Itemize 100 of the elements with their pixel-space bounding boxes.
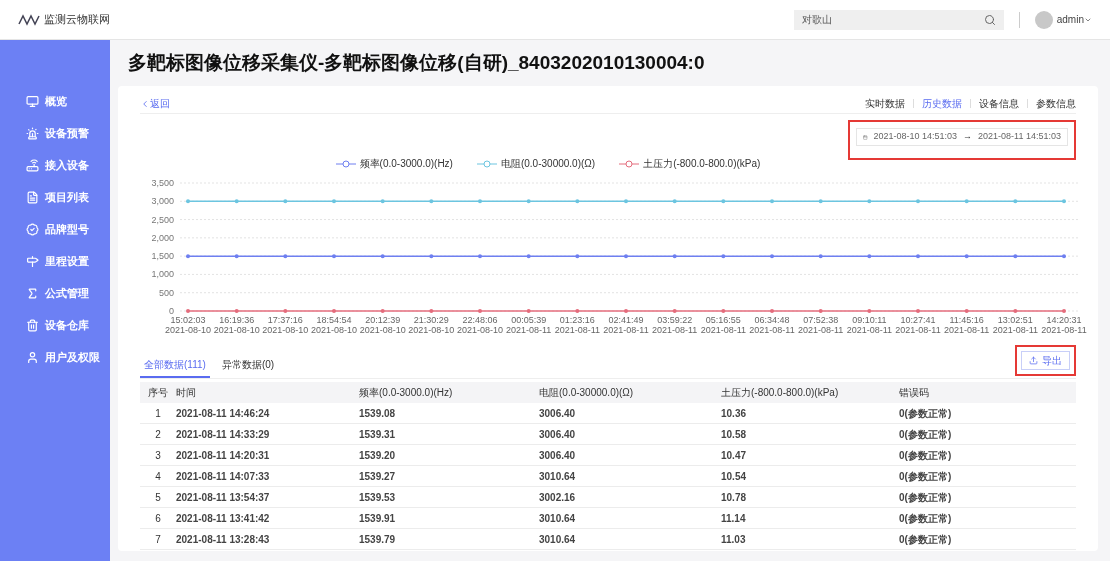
data-tab[interactable]: 全部数据(111) — [140, 353, 210, 378]
data-point — [575, 254, 580, 259]
x-tick-label: 21:30:29 2021-08-10 — [408, 315, 455, 335]
search-input[interactable]: 对歌山 — [801, 12, 984, 27]
y-tick-label: 3,000 — [151, 196, 174, 207]
legend-label[interactable]: 土压力(-800.0-800.0)(kPa) — [643, 156, 761, 171]
search-field[interactable]: 对歌山 — [793, 9, 1004, 30]
data-point — [916, 254, 920, 259]
x-tick-label: 01:23:16 2021-08-11 — [554, 315, 600, 335]
table-cell-text: 2021-08-11 13:41:42 — [176, 511, 271, 526]
legend-marker-icon — [335, 159, 356, 168]
table-cell-text: 10.36 — [721, 406, 748, 421]
view-tab[interactable]: 参数信息 — [1036, 96, 1076, 111]
table-cell-text: 10.78 — [721, 490, 748, 505]
data-point — [624, 199, 628, 204]
table-cell-text: 1539.31 — [359, 427, 397, 442]
sidebar-item[interactable]: 用户及权限 — [45, 349, 100, 366]
data-point — [429, 309, 434, 313]
y-tick-label: 2,500 — [151, 214, 174, 225]
sidebar-item[interactable]: 设备预警 — [45, 125, 89, 142]
table-cell-text: 2 — [154, 427, 162, 442]
data-point — [526, 254, 531, 259]
data-point — [770, 309, 774, 313]
sidebar-item[interactable]: 品牌型号 — [45, 221, 89, 238]
sidebar-item[interactable]: 里程设置 — [45, 253, 89, 270]
app-name: 监测云物联网 — [44, 12, 110, 28]
date-range-field[interactable]: 2021-08-10 14:51:03 → 2021-08-11 14:51:03 — [856, 128, 1068, 146]
column-header: 土压力(-800.0-800.0)(kPa) — [721, 386, 840, 400]
data-point — [429, 199, 434, 204]
export-button[interactable]: 导出 — [1021, 351, 1070, 370]
data-tab[interactable]: 异常数据(0) — [217, 353, 279, 378]
column-header: 频率(0.0-3000.0)(Hz) — [359, 386, 454, 400]
data-point — [721, 309, 726, 313]
table-cell-text: 0(参数正常) — [899, 532, 953, 547]
search-icon[interactable] — [983, 13, 996, 26]
table-cell-text: 3006.40 — [539, 427, 577, 442]
legend-marker-icon — [476, 159, 497, 168]
range-arrow: → — [963, 130, 973, 144]
table-cell-text: 0(参数正常) — [899, 469, 953, 484]
data-point — [1062, 254, 1066, 259]
table-cell-text: 11.14 — [721, 511, 747, 526]
view-tab[interactable]: 设备信息 — [979, 96, 1019, 111]
table-cell-text: 7 — [154, 532, 162, 547]
table-cell-text: 10.47 — [721, 448, 748, 463]
x-tick-label: 02:41:49 2021-08-11 — [603, 315, 649, 335]
user-name[interactable]: admin — [1056, 12, 1084, 27]
x-tick-label: 09:10:11 2021-08-11 — [846, 315, 892, 335]
table-cell-text: 2021-08-11 14:46:24 — [176, 406, 271, 421]
data-point — [186, 254, 190, 259]
x-tick-label: 05:16:55 2021-08-11 — [700, 315, 746, 335]
data-point — [867, 309, 872, 313]
table-cell-text: 1539.53 — [359, 490, 397, 505]
data-point — [721, 199, 726, 204]
data-point — [916, 309, 920, 313]
table-cell-text: 4 — [154, 469, 162, 484]
legend-label[interactable]: 电阻(0.0-30000.0)(Ω) — [500, 156, 596, 171]
table-cell-text: 1539.79 — [359, 532, 397, 547]
data-point — [332, 254, 336, 259]
router-icon — [26, 159, 39, 172]
data-point — [672, 254, 677, 259]
sidebar-item[interactable]: 项目列表 — [45, 189, 89, 206]
data-point — [964, 199, 969, 204]
x-tick-label: 10:27:41 2021-08-11 — [895, 315, 941, 335]
view-tab[interactable]: 历史数据 — [922, 96, 962, 111]
x-tick-label: 00:05:39 2021-08-11 — [506, 315, 552, 335]
x-tick-label: 06:34:48 2021-08-11 — [749, 315, 795, 335]
data-point — [478, 199, 482, 204]
legend-label[interactable]: 频率(0.0-3000.0)(Hz) — [359, 156, 453, 171]
data-point — [1062, 309, 1066, 313]
table-cell-text: 0(参数正常) — [899, 490, 953, 505]
column-header: 错误码 — [899, 386, 930, 400]
table-cell-text: 6 — [154, 511, 162, 526]
data-point — [1013, 254, 1018, 259]
user-icon — [26, 351, 39, 364]
end-date[interactable]: 2021-08-11 14:51:03 — [978, 130, 1061, 144]
table-cell-text: 1539.20 — [359, 448, 397, 463]
legend-marker-icon — [619, 159, 640, 168]
data-point — [186, 199, 190, 204]
data-point — [429, 254, 434, 259]
start-date[interactable]: 2021-08-10 14:51:03 — [873, 130, 958, 144]
data-point — [672, 309, 677, 313]
x-tick-label: 03:59:22 2021-08-11 — [652, 315, 698, 335]
data-point — [964, 309, 969, 313]
x-tick-label: 14:20:31 2021-08-11 — [1041, 315, 1087, 335]
sidebar-item[interactable]: 概览 — [45, 93, 67, 110]
sidebar-item[interactable]: 设备仓库 — [45, 317, 89, 334]
chevron-left-icon — [140, 98, 150, 109]
data-point — [234, 309, 239, 313]
data-point — [770, 199, 774, 204]
view-tab[interactable]: 实时数据 — [865, 96, 905, 111]
calendar-icon — [863, 132, 868, 142]
data-point — [234, 199, 239, 204]
back-link[interactable]: 返回 — [140, 96, 170, 111]
y-tick-label: 2,000 — [151, 232, 174, 243]
sidebar-item[interactable]: 公式管理 — [45, 285, 89, 302]
table-cell-text: 11.03 — [721, 532, 747, 547]
sidebar-item[interactable]: 接入设备 — [45, 157, 89, 174]
x-tick-label: 15:02:03 2021-08-10 — [165, 315, 211, 335]
data-point — [283, 199, 288, 204]
x-tick-label: 17:37:16 2021-08-10 — [262, 315, 309, 335]
